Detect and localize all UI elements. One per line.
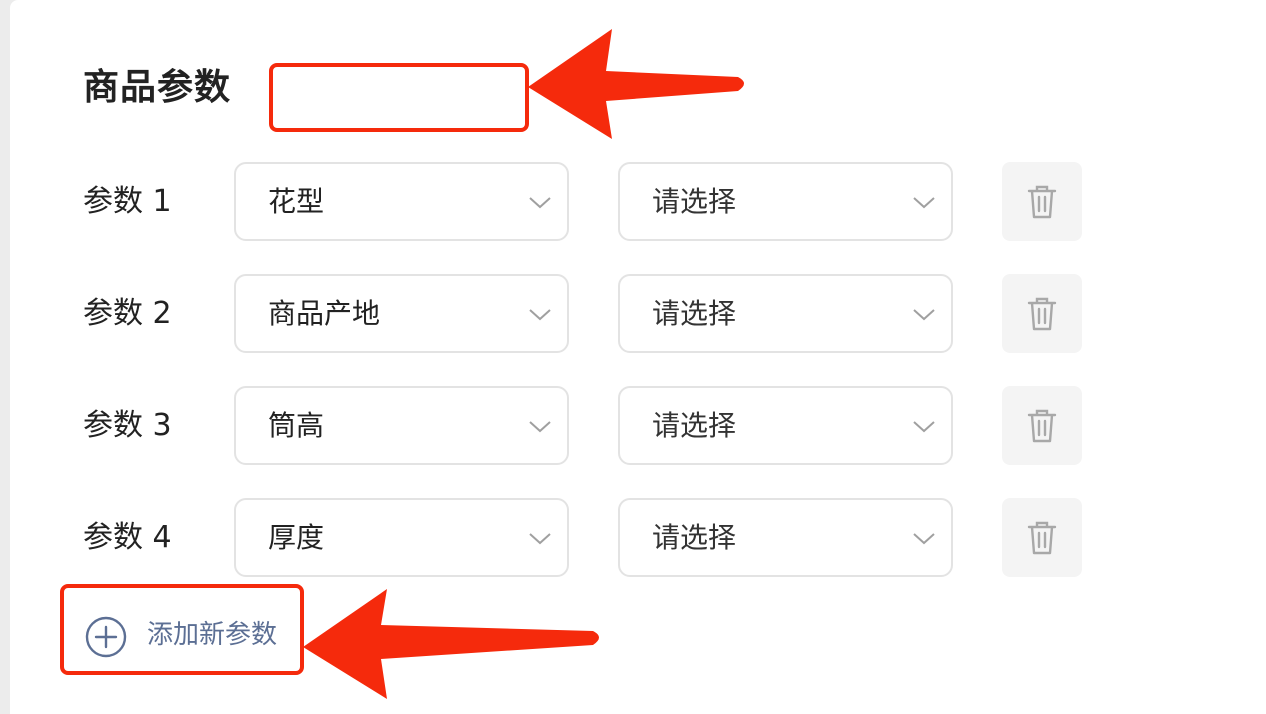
- param-name-value: 花型: [268, 185, 325, 218]
- param-name-select[interactable]: 花型: [234, 162, 569, 241]
- delete-param-button[interactable]: [1002, 498, 1082, 577]
- chevron-down-icon: [913, 197, 935, 209]
- param-value-placeholder: 请选择: [652, 185, 737, 218]
- param-label: 参数 4: [83, 520, 172, 555]
- param-row: 参数 3 筒高 请选择: [10, 386, 1266, 466]
- arrow-icon: [303, 589, 599, 699]
- chevron-down-icon: [529, 533, 551, 545]
- delete-param-button[interactable]: [1002, 274, 1082, 353]
- title-highlight-box: [269, 63, 529, 132]
- param-label: 参数 3: [83, 408, 172, 443]
- param-label: 参数 1: [83, 184, 172, 219]
- delete-param-button[interactable]: [1002, 162, 1082, 241]
- param-name-value: 商品产地: [268, 297, 381, 330]
- param-row: 参数 2 商品产地 请选择: [10, 274, 1266, 354]
- param-row: 参数 4 厚度 请选择: [10, 498, 1266, 578]
- param-value-placeholder: 请选择: [652, 297, 737, 330]
- trash-icon: [1027, 409, 1057, 443]
- param-value-select[interactable]: 请选择: [618, 498, 953, 577]
- param-name-select[interactable]: 筒高: [234, 386, 569, 465]
- param-name-value: 厚度: [268, 521, 325, 554]
- param-value-select[interactable]: 请选择: [618, 386, 953, 465]
- trash-icon: [1027, 185, 1057, 219]
- param-name-select[interactable]: 厚度: [234, 498, 569, 577]
- add-highlight-box: [60, 584, 304, 675]
- param-name-select[interactable]: 商品产地: [234, 274, 569, 353]
- chevron-down-icon: [529, 421, 551, 433]
- param-value-select[interactable]: 请选择: [618, 162, 953, 241]
- chevron-down-icon: [529, 197, 551, 209]
- param-value-select[interactable]: 请选择: [618, 274, 953, 353]
- param-name-value: 筒高: [268, 409, 325, 442]
- chevron-down-icon: [529, 309, 551, 321]
- arrow-icon: [528, 29, 744, 139]
- param-value-placeholder: 请选择: [652, 521, 737, 554]
- param-label: 参数 2: [83, 296, 172, 331]
- chevron-down-icon: [913, 309, 935, 321]
- delete-param-button[interactable]: [1002, 386, 1082, 465]
- trash-icon: [1027, 521, 1057, 555]
- param-value-placeholder: 请选择: [652, 409, 737, 442]
- chevron-down-icon: [913, 421, 935, 433]
- chevron-down-icon: [913, 533, 935, 545]
- trash-icon: [1027, 297, 1057, 331]
- section-title: 商品参数: [83, 67, 232, 108]
- param-row: 参数 1 花型 请选择: [10, 162, 1266, 242]
